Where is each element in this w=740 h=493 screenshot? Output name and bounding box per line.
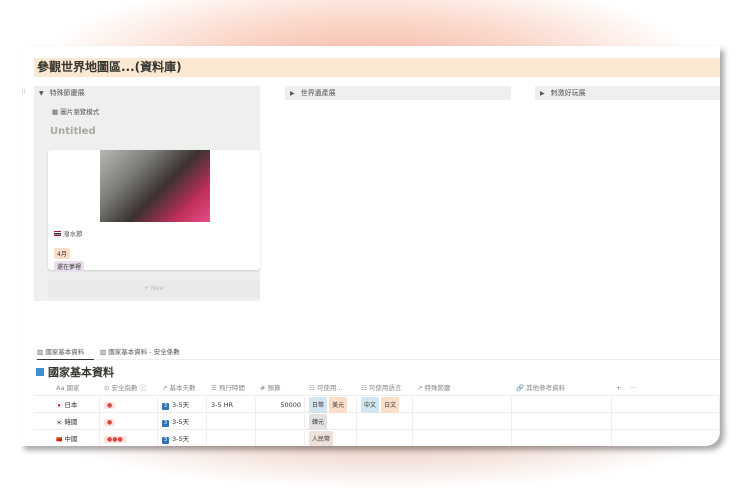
days-value: 3-5天: [172, 418, 190, 426]
drag-handle-icon[interactable]: ⠿: [21, 88, 26, 96]
cell-empty[interactable]: [612, 397, 720, 413]
grid-icon: ▦: [52, 108, 61, 116]
tab-basic-info[interactable]: ▥ 國家基本資料: [37, 346, 94, 360]
table-row[interactable]: 🇨🇳 中國 ●●● 3 3-5天 人民幣: [34, 431, 720, 446]
safety-badge: ●●●: [104, 436, 126, 443]
cell-safety[interactable]: ●: [100, 414, 158, 430]
flag-icon: 🇯🇵: [56, 403, 63, 409]
cell-languages[interactable]: 中文 日文: [357, 397, 413, 413]
flag-icon: 🇨🇳: [56, 437, 63, 443]
country-name: 日本: [64, 401, 78, 409]
table-row[interactable]: 🇯🇵 日本 ● 3 3-5天 3-5 HR 50000 日幣 美元 中文 日文: [34, 397, 720, 413]
col-days[interactable]: ↗ 基本天數: [158, 380, 196, 396]
flag-icon: 🇰🇷: [56, 420, 63, 426]
col-currency[interactable]: ☷ 可使用...: [305, 380, 343, 396]
toggle-label: 世界遺產展: [300, 89, 336, 97]
cell-empty[interactable]: [612, 431, 720, 446]
language-tag: 中文: [361, 397, 380, 413]
days-value: 3-5天: [172, 401, 190, 409]
thailand-flag-icon: [54, 231, 61, 236]
cell-festival[interactable]: [413, 431, 512, 446]
view-label: 圖片瀏覽模式: [60, 108, 100, 116]
col-festival[interactable]: ↗ 特殊節慶: [413, 380, 451, 396]
number-3-icon: 3: [162, 420, 169, 427]
notion-page: 參觀世界地圖區...(資料庫) ▼ 特殊節慶展 ▶ 世界遺產展 ▶ 刺激好玩展 ⠿ ▦…: [20, 46, 720, 446]
add-column-button[interactable]: +: [612, 380, 621, 396]
cell-country[interactable]: 🇰🇷 韓國: [52, 414, 100, 430]
currency-tag: 日幣: [309, 397, 328, 413]
cell-budget[interactable]: 50000: [256, 397, 305, 413]
cell-budget[interactable]: [256, 431, 305, 446]
cell-references[interactable]: [512, 397, 612, 413]
gallery-heading: Untitled: [50, 126, 96, 137]
tab-safety[interactable]: ▥ 國家基本資料 - 安全係數: [100, 346, 180, 360]
toggle-label: 特殊節慶展: [49, 89, 85, 97]
tab-label: 國家基本資料: [45, 348, 85, 356]
cell-currency[interactable]: 韓元: [305, 414, 357, 430]
card-name: 潑水節: [63, 230, 83, 238]
table-header: Aa 國家 ⊙ 安全指數 ⓘ ↗ 基本天數 ☰ 飛行時間 # 預算 ☷ 可使用.…: [34, 380, 720, 396]
cell-days[interactable]: 3 3-5天: [158, 397, 207, 413]
col-country[interactable]: Aa 國家: [52, 380, 80, 396]
safety-badge: ●: [104, 402, 116, 409]
col-budget[interactable]: # 預算: [256, 380, 281, 396]
country-name: 韓國: [64, 418, 78, 426]
safety-badge: ●: [104, 419, 116, 426]
col-flight[interactable]: ☰ 飛行時間: [207, 380, 245, 396]
cell-languages[interactable]: [357, 414, 413, 430]
number-3-icon: 3: [162, 437, 169, 444]
cell-currency[interactable]: 人民幣: [305, 431, 357, 446]
cell-days[interactable]: 3 3-5天: [158, 431, 207, 446]
database-title: 國家基本資料: [36, 364, 114, 380]
toggle-festival[interactable]: ▼ 特殊節慶展: [34, 86, 260, 100]
triangle-right-icon: ▶: [540, 90, 545, 97]
card-title: 潑水節: [54, 228, 83, 238]
cell-empty[interactable]: [612, 414, 720, 430]
toggle-label: 刺激好玩展: [550, 89, 586, 97]
gallery-view-tab[interactable]: ▦ 圖片瀏覽模式: [52, 106, 99, 116]
cell-currency[interactable]: 日幣 美元: [305, 397, 357, 413]
database-title-text: 國家基本資料: [48, 366, 114, 379]
tab-label: 國家基本資料 - 安全係數: [108, 348, 180, 356]
language-tag: 日文: [381, 397, 400, 413]
page-title: 參觀世界地圖區...(資料庫): [34, 58, 720, 77]
cell-festival[interactable]: [413, 397, 512, 413]
triangle-right-icon: ▶: [290, 90, 295, 97]
database-icon: [36, 368, 44, 376]
view-tabs: ▥ 國家基本資料 ▥ 國家基本資料 - 安全係數: [34, 344, 720, 360]
col-languages[interactable]: ☷ 可使用語言: [357, 380, 401, 396]
budget-value: 50000: [280, 401, 301, 409]
flight-value: 3-5 HR: [211, 401, 234, 409]
days-value: 3-5天: [172, 435, 190, 443]
new-card-button[interactable]: + New: [48, 280, 260, 298]
cell-country[interactable]: 🇯🇵 日本: [52, 397, 100, 413]
triangle-down-icon: ▼: [39, 90, 44, 97]
cell-safety[interactable]: ●●●: [100, 431, 158, 446]
card-cover-image: [100, 150, 210, 222]
number-3-icon: 3: [162, 403, 169, 410]
country-name: 中國: [64, 435, 78, 443]
currency-tag: 美元: [329, 397, 348, 413]
cell-budget[interactable]: [256, 414, 305, 430]
cell-festival[interactable]: [413, 414, 512, 430]
currency-tag: 人民幣: [309, 431, 334, 446]
currency-tag: 韓元: [309, 414, 328, 430]
tag-status: 還在夢裡: [54, 261, 85, 272]
cell-languages[interactable]: [357, 431, 413, 446]
cell-references[interactable]: [512, 414, 612, 430]
cell-days[interactable]: 3 3-5天: [158, 414, 207, 430]
gallery-card[interactable]: 潑水節 4月 還在夢裡: [48, 150, 260, 272]
toggle-heritage[interactable]: ▶ 世界遺產展: [285, 86, 511, 100]
more-options-button[interactable]: ···: [626, 380, 636, 396]
cell-references[interactable]: [512, 431, 612, 446]
cell-flight[interactable]: [207, 414, 256, 430]
col-safety[interactable]: ⊙ 安全指數 ⓘ: [100, 380, 146, 396]
table-row[interactable]: 🇰🇷 韓國 ● 3 3-5天 韓元: [34, 414, 720, 430]
toggle-fun[interactable]: ▶ 刺激好玩展: [535, 86, 720, 100]
cell-flight[interactable]: 3-5 HR: [207, 397, 256, 413]
cell-country[interactable]: 🇨🇳 中國: [52, 431, 100, 446]
cell-safety[interactable]: ●: [100, 397, 158, 413]
col-references[interactable]: 🔗 其他參考資料: [512, 380, 565, 396]
cell-flight[interactable]: [207, 431, 256, 446]
